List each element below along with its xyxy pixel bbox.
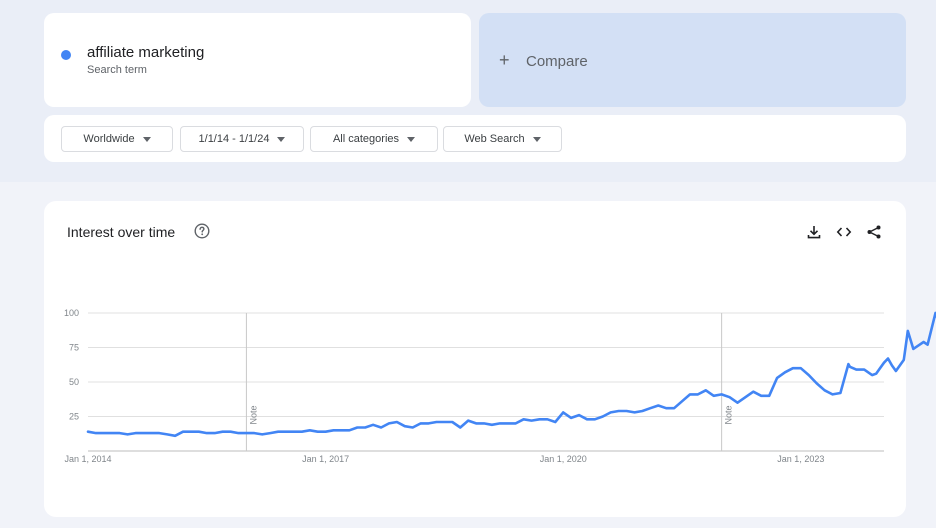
note-label: Note [724, 405, 734, 424]
note-label: Note [248, 405, 258, 424]
x-tick-label: Jan 1, 2023 [777, 454, 824, 464]
x-tick-label: Jan 1, 2014 [64, 454, 111, 464]
x-tick-label: Jan 1, 2017 [302, 454, 349, 464]
series-line [86, 311, 936, 438]
y-tick-label: 100 [64, 308, 79, 318]
y-tick-label: 75 [69, 343, 79, 353]
x-tick-label: Jan 1, 2020 [540, 454, 587, 464]
interest-chart: 25 50 75 100 Jan 1, 2014 Jan 1, 2017 Jan 1, 20… [64, 308, 936, 464]
y-tick-label: 25 [69, 412, 79, 422]
y-tick-label: 50 [69, 377, 79, 387]
